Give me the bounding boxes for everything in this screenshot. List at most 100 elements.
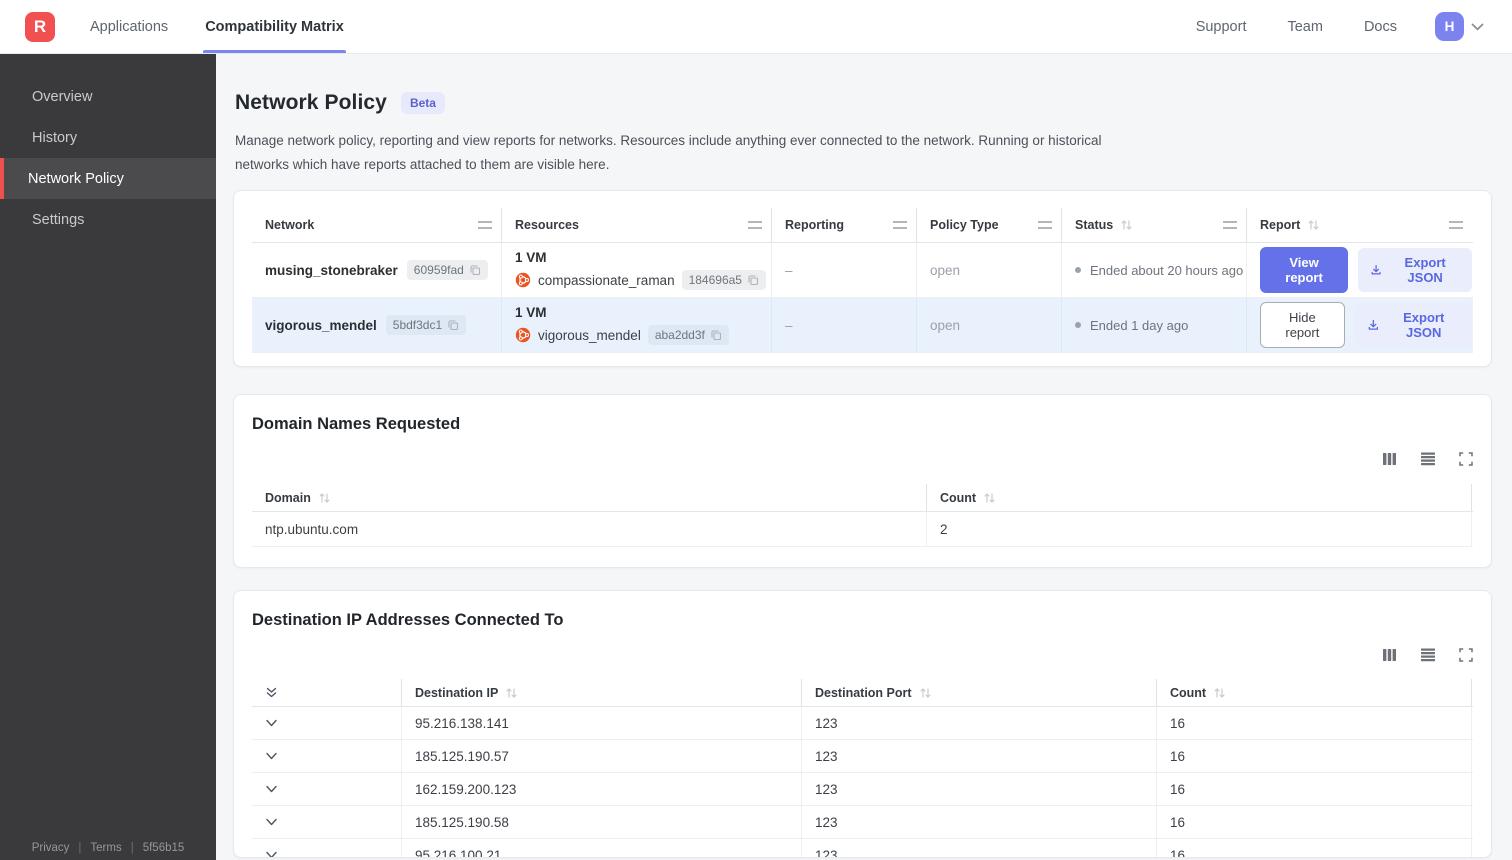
sort-icon[interactable] (1307, 219, 1320, 231)
col-header-status: Status (1062, 208, 1247, 242)
sidebar-item-settings[interactable]: Settings (0, 199, 216, 240)
sort-icon[interactable] (505, 687, 518, 699)
copy-icon[interactable] (710, 329, 722, 341)
column-drag-handle[interactable] (893, 221, 907, 229)
view-report-button[interactable]: View report (1260, 247, 1349, 293)
network-name: musing_stonebraker (265, 262, 398, 278)
reporting-cell: – (772, 243, 917, 297)
sort-icon[interactable] (983, 492, 996, 504)
row-expand-icon[interactable] (265, 851, 278, 857)
resource-id: aba2dd3f (654, 328, 705, 342)
col-label: Policy Type (930, 218, 999, 232)
page-title: Network Policy (235, 91, 387, 114)
count-cell: 16 (1157, 740, 1472, 772)
table-toolbar (252, 647, 1473, 663)
column-drag-handle[interactable] (1038, 221, 1052, 229)
sidebar-item-network-policy[interactable]: Network Policy (0, 158, 216, 199)
card-title: Destination IP Addresses Connected To (252, 611, 564, 629)
sidebar: Overview History Network Policy Settings… (0, 54, 216, 860)
rows-icon[interactable] (1420, 451, 1436, 467)
rows-icon[interactable] (1420, 647, 1436, 663)
copy-icon[interactable] (747, 274, 759, 286)
row-expand-icon[interactable] (265, 818, 278, 827)
col-label: Destination Port (815, 685, 912, 700)
sort-icon[interactable] (1120, 219, 1133, 231)
ip-cell: 95.216.100.21 (402, 839, 802, 857)
column-drag-handle[interactable] (1449, 221, 1463, 229)
page-description: Manage network policy, reporting and vie… (235, 133, 1102, 172)
resources-cell: 1 VM compassionate_raman 184696a5 (502, 243, 772, 297)
expand-all-icon[interactable] (265, 686, 278, 699)
resource-name: vigorous_mendel (538, 327, 641, 343)
destination-ip-card: Destination IP Addresses Connected To De… (233, 590, 1492, 858)
hide-report-button[interactable]: Hide report (1260, 302, 1345, 348)
sidebar-item-history[interactable]: History (0, 117, 216, 158)
support-link[interactable]: Support (1196, 19, 1247, 35)
app-logo[interactable]: R (25, 11, 55, 42)
resource-name: compassionate_raman (538, 272, 675, 288)
col-label: Destination IP (415, 685, 499, 700)
resource-id-badge: aba2dd3f (647, 325, 729, 345)
docs-link[interactable]: Docs (1364, 19, 1397, 35)
network-row: vigorous_mendel 5bdf3dc1 1 VM vigorous_m… (252, 298, 1473, 353)
chevron-down-icon[interactable] (1471, 23, 1484, 31)
policy-type-cell: open (917, 243, 1062, 297)
tab-compatibility-matrix[interactable]: Compatibility Matrix (203, 0, 346, 53)
sort-icon[interactable] (919, 687, 932, 699)
count-cell: 2 (927, 512, 1472, 546)
columns-icon[interactable] (1382, 647, 1397, 663)
column-drag-handle[interactable] (748, 221, 762, 229)
port-cell: 123 (802, 839, 1157, 857)
sidebar-item-overview[interactable]: Overview (0, 76, 216, 117)
col-header-destination-ip: Destination IP (402, 679, 802, 706)
copy-icon[interactable] (447, 319, 459, 331)
ip-row: 95.216.138.141 123 16 (252, 707, 1473, 740)
fullscreen-icon[interactable] (1459, 647, 1473, 663)
tab-applications[interactable]: Applications (88, 0, 170, 53)
copy-icon[interactable] (469, 264, 481, 276)
col-header-network: Network (252, 208, 502, 242)
columns-icon[interactable] (1382, 451, 1397, 467)
download-icon (1368, 319, 1378, 330)
team-link[interactable]: Team (1287, 19, 1322, 35)
export-json-button[interactable]: Export JSON (1354, 303, 1472, 347)
ip-row: 162.159.200.123 123 16 (252, 773, 1473, 806)
privacy-link[interactable]: Privacy (32, 842, 70, 854)
network-id-badge: 60959fad (406, 260, 488, 280)
col-label: Resources (515, 218, 579, 232)
export-json-label: Export JSON (1404, 255, 1446, 285)
row-expand-icon[interactable] (265, 785, 278, 794)
report-cell: View report Export JSON (1247, 243, 1472, 297)
network-cell: vigorous_mendel 5bdf3dc1 (252, 298, 502, 352)
col-label: Network (265, 218, 315, 232)
col-header-resources: Resources (502, 208, 772, 242)
sort-icon[interactable] (318, 492, 331, 504)
port-cell: 123 (802, 707, 1157, 739)
ubuntu-icon (515, 272, 531, 288)
vm-count: 1 VM (515, 305, 547, 320)
col-label: Report (1260, 218, 1301, 232)
status-cell: Ended 1 day ago (1062, 298, 1247, 352)
topbar-right: Support Team Docs H (1155, 0, 1484, 53)
ip-cell: 95.216.138.141 (402, 707, 802, 739)
column-drag-handle[interactable] (1223, 221, 1237, 229)
row-expand-icon[interactable] (265, 752, 278, 761)
terms-link[interactable]: Terms (90, 842, 121, 854)
vm-count: 1 VM (515, 250, 547, 265)
row-expand-icon[interactable] (265, 719, 278, 728)
domain-cell: ntp.ubuntu.com (252, 512, 927, 546)
ubuntu-icon (515, 327, 531, 343)
domain-names-card: Domain Names Requested Domain Count ntp.… (233, 394, 1492, 568)
topbar: R Applications Compatibility Matrix Supp… (0, 0, 1512, 54)
fullscreen-icon[interactable] (1459, 451, 1473, 467)
beta-badge: Beta (400, 92, 445, 114)
reporting-cell: – (772, 298, 917, 352)
col-label: Reporting (785, 218, 845, 232)
column-drag-handle[interactable] (478, 221, 492, 229)
top-nav: Applications Compatibility Matrix (88, 0, 379, 53)
ip-cell: 162.159.200.123 (402, 773, 802, 805)
export-json-button[interactable]: Export JSON (1358, 248, 1472, 292)
avatar[interactable]: H (1435, 12, 1464, 41)
export-json-label: Export JSON (1403, 310, 1445, 340)
sort-icon[interactable] (1213, 687, 1226, 699)
